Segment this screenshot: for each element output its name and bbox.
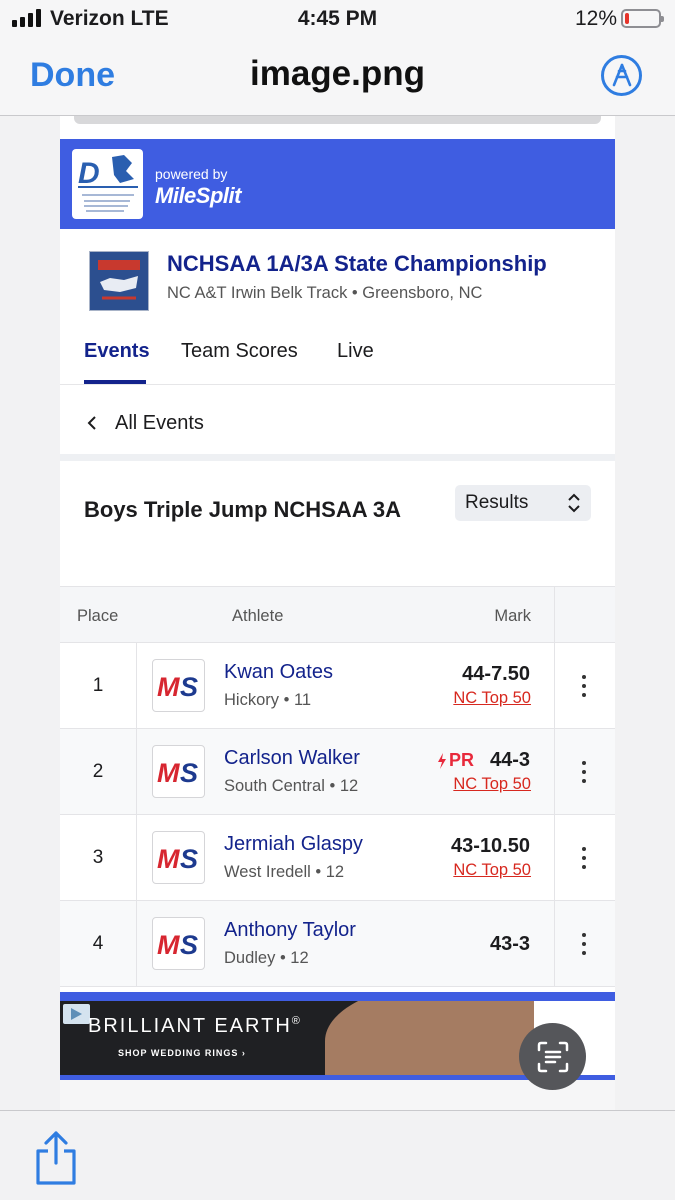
more-options-icon[interactable] [576,675,592,697]
event-title: Boys Triple Jump NCHSAA 3A [84,497,402,522]
milesplit-logo-icon: MS [152,659,205,712]
table-row[interactable]: 3 M S Jermiah Glaspy West Iredell • 12 43-10.… [60,815,615,901]
column-divider [554,643,555,728]
ad-cta[interactable]: SHOP WEDDING RINGS › [118,1048,246,1058]
durham-striders-logo: D [72,149,143,219]
viewer-header: Done image.png [0,40,675,116]
place-cell: 4 [92,933,104,954]
share-icon[interactable] [32,1129,80,1187]
status-bar: Verizon LTE 4:45 PM 12% [0,0,675,40]
results-table: Place Athlete Mark 1 M S Kwan Oates Hickory … [60,586,615,987]
athlete-name-link[interactable]: Kwan Oates [224,661,333,684]
battery-level [625,13,629,24]
chevron-up-down-icon [568,493,580,513]
table-header: Place Athlete Mark [60,586,615,643]
markup-pen-icon[interactable] [601,55,642,96]
clock: 4:45 PM [297,7,378,30]
athlete-team-grade: South Central • 12 [224,777,359,795]
column-header-athlete: Athlete [232,607,284,625]
column-header-mark: Mark [494,607,531,625]
athlete-name-link[interactable]: Carlson Walker [224,747,360,770]
svg-text:M: M [157,758,180,787]
athlete-team-grade: Hickory • 11 [224,691,312,709]
milesplit-banner[interactable]: D powered by MileSplit [60,139,615,229]
place-cell: 2 [92,761,104,782]
powered-by-label: powered by [155,166,228,182]
milesplit-logo-icon: MS [152,917,205,970]
document-page[interactable]: D powered by MileSplit NCHSAA 1A/3A Stat… [60,116,615,1110]
ad-creative[interactable]: BRILLIANT EARTH® SHOP WEDDING RINGS › [60,1001,534,1075]
column-divider [554,901,555,986]
milesplit-logo-icon: MS [152,831,205,884]
results-view-select[interactable]: Results [455,485,591,521]
pr-badge: PR [437,750,474,771]
column-divider [554,815,555,900]
column-divider [136,815,137,900]
ad-hand-image [325,1001,534,1075]
svg-text:S: S [180,930,198,959]
table-body: 1 M S Kwan Oates Hickory • 11 44-7.50 NC Top 5… [60,643,615,987]
table-row[interactable]: 1 M S Kwan Oates Hickory • 11 44-7.50 NC Top 5… [60,643,615,729]
tab-team-scores[interactable]: Team Scores [181,340,298,363]
milesplit-wordmark: MileSplit [155,183,241,208]
athlete-name-link[interactable]: Anthony Taylor [224,919,356,942]
ranking-link[interactable]: NC Top 50 [453,689,531,708]
meet-venue: NC A&T Irwin Belk Track • Greensboro, NC [167,284,483,302]
active-tab-indicator [84,380,146,384]
svg-text:M: M [157,930,180,959]
svg-text:M: M [157,844,180,873]
svg-text:S: S [180,758,198,787]
lightning-icon [437,752,446,769]
column-divider [554,587,555,642]
column-header-place: Place [77,607,119,625]
svg-text:M: M [157,672,180,701]
chevron-left-icon [87,416,96,430]
ranking-link[interactable]: NC Top 50 [453,861,531,880]
results-select-value: Results [465,492,529,513]
mark-value: 43-10.50 [451,835,530,857]
adchoices-icon[interactable] [63,1004,90,1024]
column-divider [136,901,137,986]
svg-text:S: S [180,844,198,873]
svg-text:S: S [180,672,198,701]
athlete-team-grade: Dudley • 12 [224,949,309,967]
milesplit-logo-icon: MS [152,745,205,798]
battery-icon [621,9,664,28]
column-divider [136,643,137,728]
meet-header: NCHSAA 1A/3A State Championship NC A&T I… [60,229,615,319]
tab-live[interactable]: Live [337,340,374,363]
all-events-link[interactable]: All Events [60,385,615,461]
more-options-icon[interactable] [576,933,592,955]
live-text-icon[interactable] [519,1023,586,1090]
tab-events[interactable]: Events [84,340,150,363]
mark-value: 43-3 [489,933,530,955]
meet-title[interactable]: NCHSAA 1A/3A State Championship [167,251,547,277]
meet-tabs: Events Team Scores Live [60,319,615,385]
all-events-label: All Events [115,412,204,434]
place-cell: 1 [92,675,104,696]
column-divider [136,729,137,814]
more-options-icon[interactable] [576,847,592,869]
athlete-team-grade: West Iredell • 12 [224,863,345,881]
mark-value: 44-3 [489,749,530,771]
ad-brand: BRILLIANT EARTH® [88,1015,302,1037]
place-cell: 3 [92,847,104,868]
table-row[interactable]: 4 M S Anthony Taylor Dudley • 12 43-3 [60,901,615,987]
ranking-link[interactable]: NC Top 50 [453,775,531,794]
nchsaa-logo [89,251,149,311]
previous-page-edge [74,116,601,124]
column-divider [554,729,555,814]
athlete-name-link[interactable]: Jermiah Glaspy [224,833,363,856]
more-options-icon[interactable] [576,761,592,783]
done-button[interactable]: Done [30,56,115,95]
viewer-toolbar [0,1110,675,1200]
svg-text:D: D [78,157,100,190]
battery-percentage: 12% [574,7,617,30]
page-bottom-edge [60,1080,615,1110]
mark-value: 44-7.50 [462,663,530,685]
table-row[interactable]: 2 M S Carlson Walker South Central • 12 PR 44-… [60,729,615,815]
